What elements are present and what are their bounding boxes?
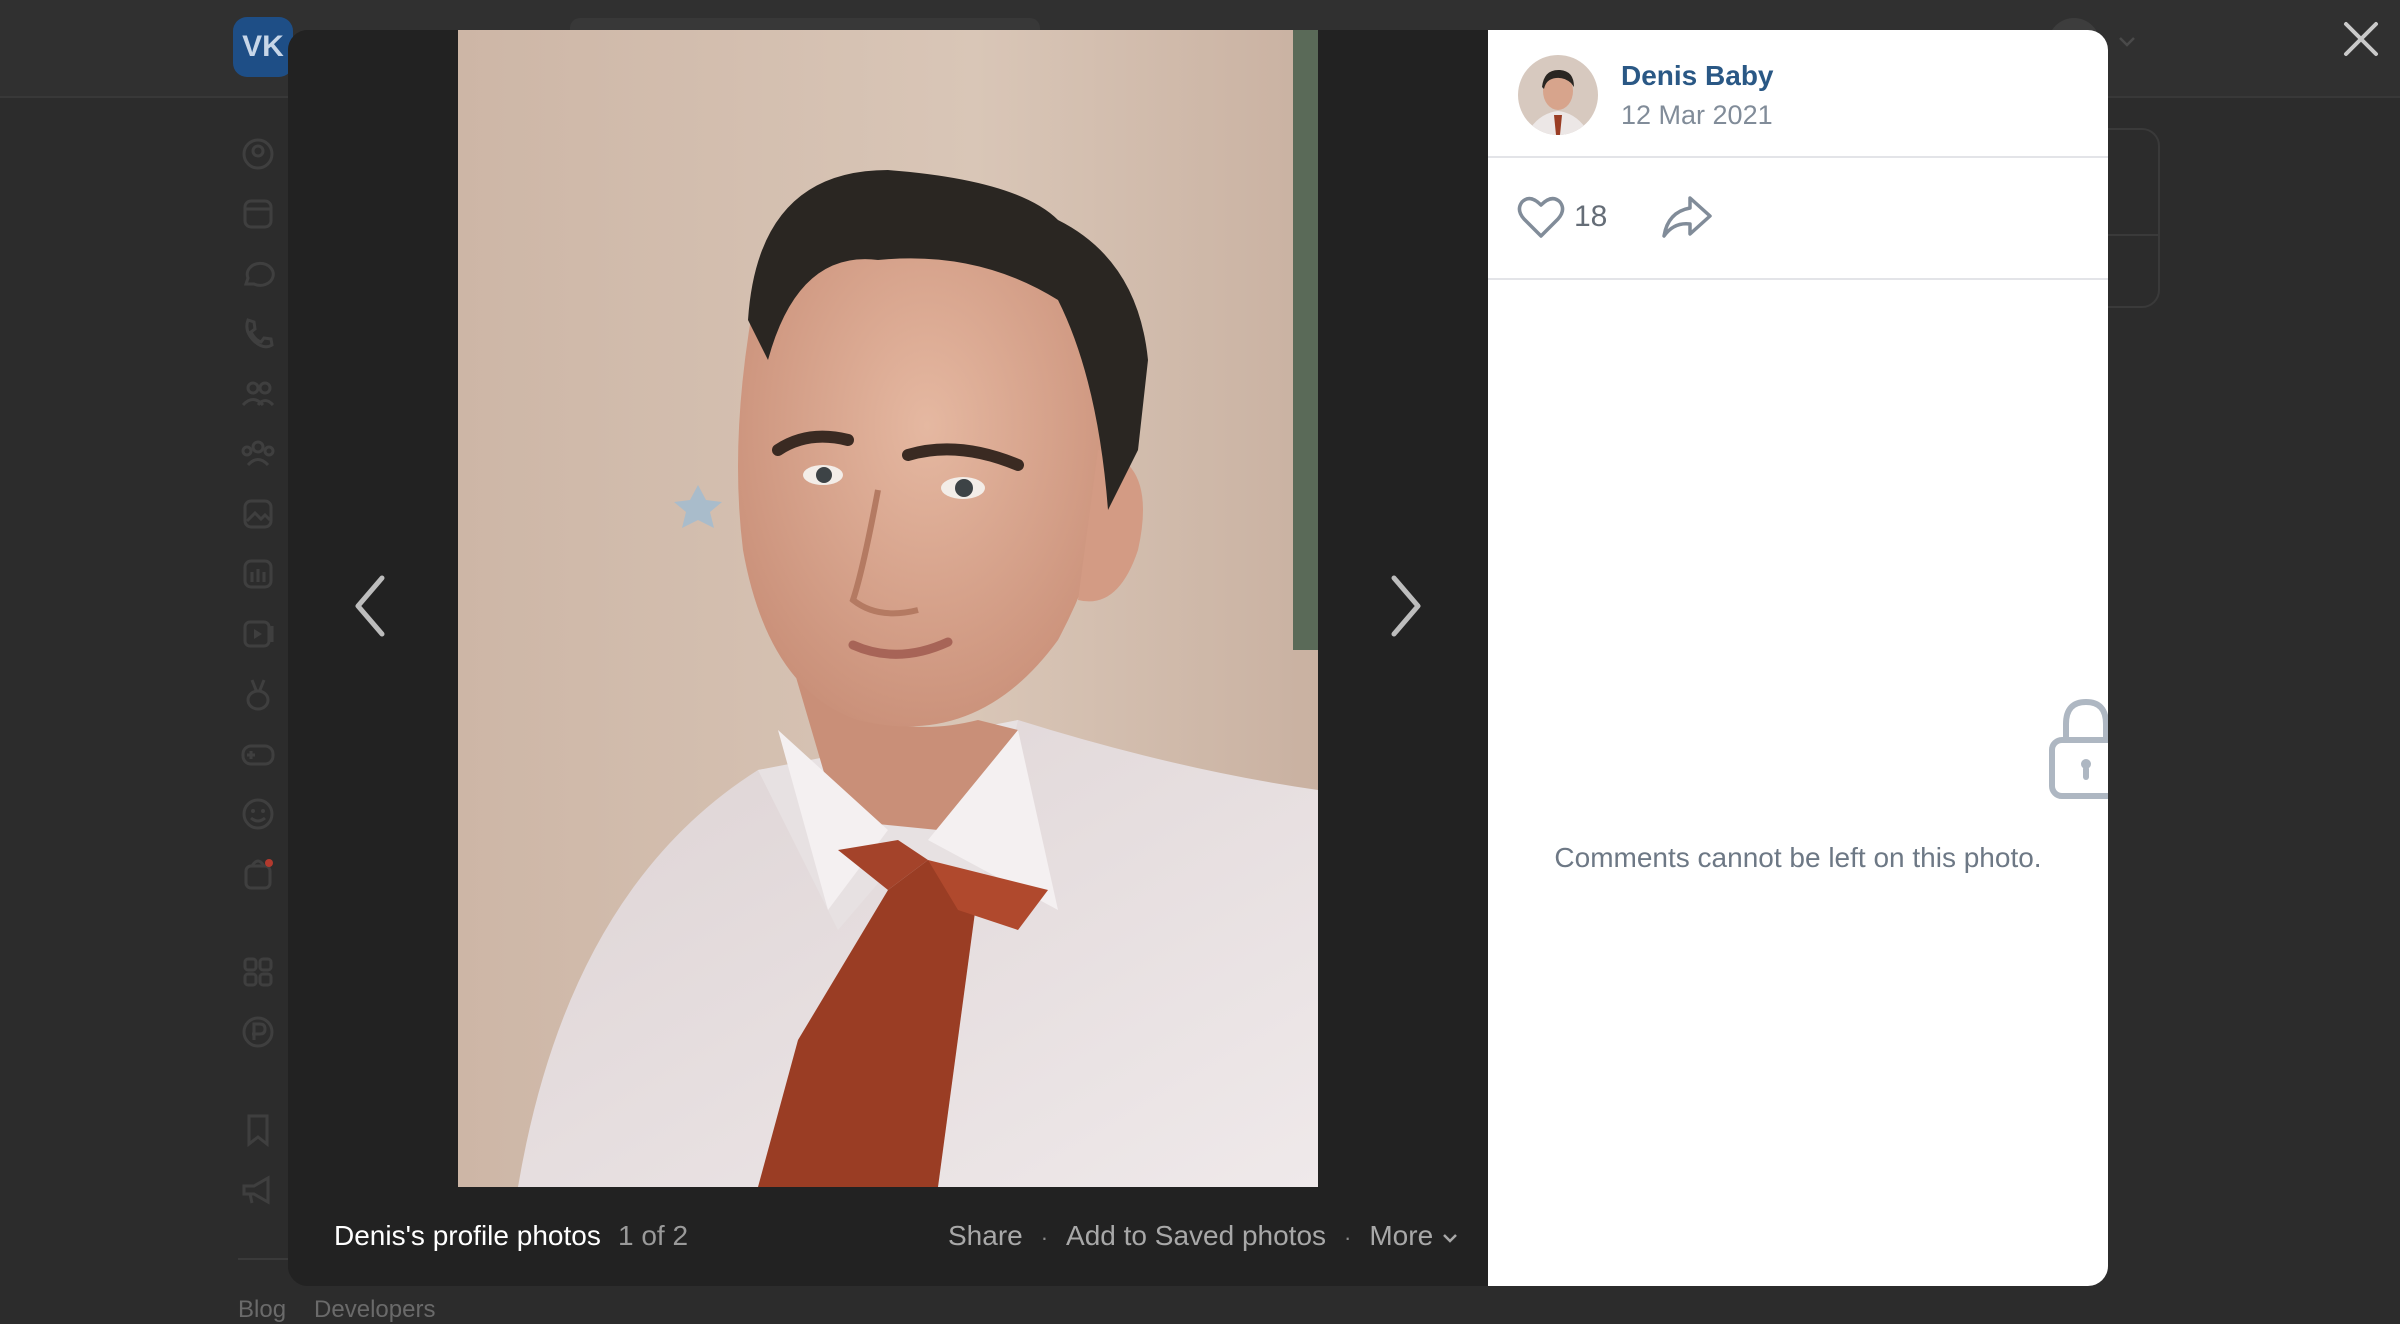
advertising-icon[interactable] [238, 1170, 278, 1210]
bookmarks-icon[interactable] [238, 1110, 278, 1150]
more-button[interactable]: More [1369, 1220, 1459, 1251]
vk-logo[interactable]: VK [233, 17, 293, 77]
close-icon[interactable] [2336, 14, 2386, 64]
avatar[interactable] [1518, 55, 1598, 135]
comments-disabled-notice: Comments cannot be left on this photo. [1554, 842, 2042, 873]
separator: · [1040, 1225, 1049, 1250]
viewer-footer: Denis's profile photos 1 of 2 Share · Add … [288, 1206, 1488, 1266]
post-date: 12 Mar 2021 [1621, 100, 1773, 130]
lock-icon [2036, 694, 2108, 804]
reactions-bar: 18 [1488, 158, 2108, 280]
photo-counter: 1 of 2 [618, 1220, 689, 1251]
heart-icon [1517, 196, 1565, 238]
author-name-link[interactable]: Denis Baby [1621, 60, 1774, 92]
friends-icon[interactable] [238, 374, 278, 414]
chevron-down-icon[interactable] [2116, 30, 2138, 52]
chevron-left-icon[interactable] [340, 566, 400, 646]
music-icon[interactable] [238, 554, 278, 594]
footer-link-blog[interactable]: Blog [238, 1296, 286, 1323]
messages-icon[interactable] [238, 254, 278, 294]
stickers-icon[interactable] [238, 794, 278, 834]
clips-icon[interactable] [238, 674, 278, 714]
album-title-link[interactable]: Denis's profile photos [334, 1206, 601, 1266]
previous-photo-button[interactable] [340, 566, 400, 646]
profile-photo[interactable] [458, 30, 1318, 1187]
photos-icon[interactable] [238, 494, 278, 534]
news-icon[interactable] [238, 194, 278, 234]
share-post-button[interactable] [1660, 192, 1714, 242]
apps-icon[interactable] [238, 952, 278, 992]
author-header: Denis Baby 12 Mar 2021 [1488, 30, 2108, 158]
photo-actions: Share · Add to Saved photos · More [948, 1206, 1459, 1268]
add-to-saved-button[interactable]: Add to Saved photos [1066, 1220, 1326, 1251]
chevron-right-icon[interactable] [1376, 566, 1436, 646]
like-button[interactable]: 18 [1516, 194, 1607, 244]
footer-link-developers[interactable]: Developers [314, 1296, 435, 1323]
chevron-down-icon [1443, 1233, 1458, 1243]
profile-icon[interactable] [238, 134, 278, 174]
photo-viewer: Denis's profile photos 1 of 2 Share · Add … [288, 30, 1488, 1286]
footer-links: Blog Developers [238, 1296, 463, 1324]
market-icon[interactable] [238, 854, 278, 894]
photo-side-panel: Denis Baby 12 Mar 2021 18 [1488, 30, 2108, 1286]
share-icon [1662, 196, 1712, 238]
photo-modal: Denis's profile photos 1 of 2 Share · Add … [288, 30, 2108, 1286]
calls-icon[interactable] [238, 314, 278, 354]
next-photo-button[interactable] [1376, 566, 1436, 646]
communities-icon[interactable] [238, 434, 278, 474]
more-label: More [1369, 1220, 1434, 1251]
payments-icon[interactable] [238, 1012, 278, 1052]
games-icon[interactable] [238, 734, 278, 774]
close-button[interactable] [2336, 14, 2386, 64]
video-icon[interactable] [238, 614, 278, 654]
share-button[interactable]: Share [948, 1220, 1023, 1251]
like-count: 18 [1574, 200, 1608, 233]
separator: · [1344, 1225, 1352, 1250]
